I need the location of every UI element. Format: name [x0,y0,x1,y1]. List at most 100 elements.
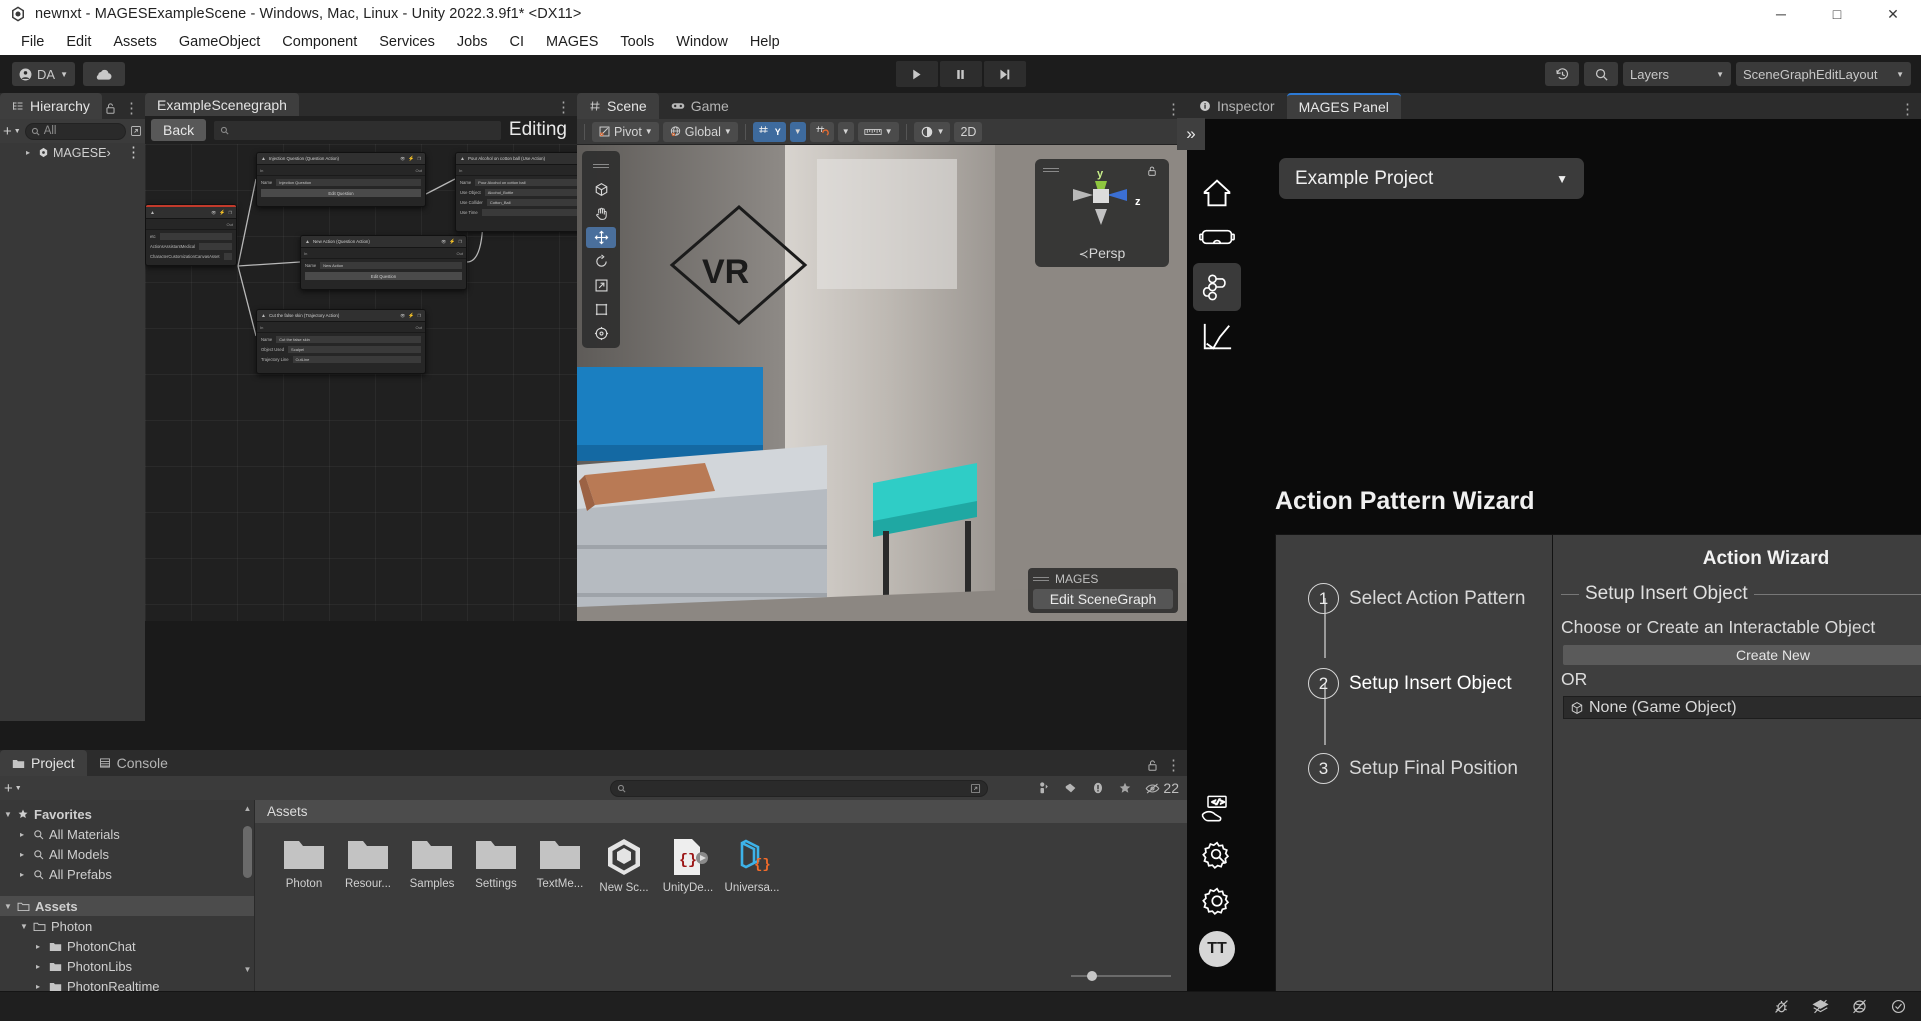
scenegraph-menu-button[interactable]: ⋮ [556,100,571,115]
node-ports[interactable]: InOut [257,165,425,176]
tt-avatar[interactable]: TT [1193,925,1241,973]
node-row-value[interactable] [223,253,232,260]
node-header[interactable]: ▲ Injection Question (Question Action) 👁 ⚡ ❐ [257,153,425,165]
menu-item-jobs[interactable]: Jobs [446,32,499,52]
account-button[interactable]: DA ▼ [12,62,75,86]
wizard-step-2[interactable]: 2 Setup Insert Object [1308,668,1512,699]
node-out-port[interactable]: Out [457,251,463,256]
node-ports[interactable]: In Out [301,248,466,259]
menu-item-window[interactable]: Window [665,32,739,52]
layout-dropdown[interactable]: SceneGraphEditLayout ▼ [1736,62,1911,86]
scenegraph-search-input[interactable] [214,120,501,140]
analytics-icon[interactable] [1193,313,1241,361]
bolt-icon[interactable]: ⚡ [408,313,414,319]
chevron-right-icon[interactable]: ▸ [20,830,28,839]
filter-type-icon[interactable] [1037,781,1051,795]
assets-zoom-slider[interactable] [1071,971,1171,981]
history-button[interactable] [1545,62,1579,86]
duplicate-icon[interactable]: ❐ [417,156,421,161]
tree-item-photonchat[interactable]: ▸ PhotonChat [0,936,254,956]
minimize-button[interactable]: ─ [1753,0,1809,28]
tree-item-favorites[interactable]: ▼ Favorites [0,804,254,824]
tab-scene[interactable]: Scene [577,93,659,119]
node-out-port[interactable]: Out [227,222,233,227]
scrollbar-thumb[interactable] [243,826,252,878]
hand-tool-button[interactable] [586,203,616,224]
snap-settings-button[interactable] [809,121,834,142]
node-ports[interactable]: InOut [257,322,425,333]
node-ports[interactable]: Out [146,219,236,230]
tree-item-all-materials[interactable]: ▸ All Materials [0,824,254,844]
ruler-dropdown[interactable]: ▼ [857,121,899,142]
search-expand-icon[interactable] [970,783,981,794]
scroll-down-arrow[interactable]: ▼ [243,965,252,974]
tab-example-scenegraph[interactable]: ExampleScenegraph [145,93,299,116]
wizard-step-1[interactable]: 1 Select Action Pattern [1308,583,1525,614]
asset-item[interactable]: {} Universa... [725,837,779,894]
scale-tool-button[interactable] [586,275,616,296]
home-icon[interactable] [1193,169,1241,217]
project-add-button[interactable]: + ▼ [4,780,22,797]
lighting-dropdown[interactable]: ▼ [913,121,951,142]
slider-knob[interactable] [1087,971,1097,981]
box-tool-button[interactable] [586,179,616,200]
asset-item[interactable]: {} UnityDe... [661,837,715,894]
asset-item[interactable]: Samples [405,837,459,894]
global-dropdown[interactable]: Global ▼ [662,121,738,142]
grid-axis-button[interactable]: Y [752,121,786,142]
tab-inspector[interactable]: Inspector [1187,93,1287,119]
tree-item-all-models[interactable]: ▸ All Models [0,844,254,864]
pause-button[interactable] [939,61,982,87]
vr-headset-icon[interactable] [1193,213,1241,261]
bolt-icon[interactable]: ⚡ [408,156,414,162]
node-row-value[interactable]: Pour Alcohol on cotton ball [475,179,577,186]
node-row-value[interactable]: New Action [320,262,462,269]
lock-icon[interactable] [105,102,116,115]
menu-item-tools[interactable]: Tools [609,32,665,52]
node-in-port[interactable]: In [304,251,307,256]
cloud-button[interactable] [82,62,125,86]
node-row-value[interactable]: Injection Question [276,179,421,186]
node-row-value[interactable]: CutLine [292,356,421,363]
hierarchy-item-menu[interactable]: ⋮ [126,145,141,160]
gear-search-icon[interactable] [1193,831,1241,879]
scenegraph-node[interactable]: ▲ Pour Alcohol on cotton ball (Use Action… [455,152,577,232]
collab-off-icon[interactable] [1851,998,1868,1015]
tools-drag-handle[interactable] [586,155,616,176]
layers-off-icon[interactable] [1812,998,1829,1015]
pivot-dropdown[interactable]: Pivot ▼ [592,121,659,142]
favorite-star-icon[interactable] [1118,781,1132,795]
eye-icon[interactable]: 👁 [441,239,446,244]
node-row-value[interactable]: Alcohol_Bottle [484,189,577,196]
overlay-drag-handle[interactable] [1033,576,1049,582]
node-in-port[interactable]: In [459,168,462,173]
search-button[interactable] [1584,62,1618,86]
node-out-port[interactable]: Out [416,168,422,173]
scene-view-canvas[interactable]: VR y z ≺Persp MAGES Edit SceneGraph [577,145,1187,621]
node-row-value[interactable]: Cotton_Ball [486,199,577,206]
chevron-down-icon[interactable]: ▼ [20,922,28,931]
asset-item[interactable]: TextMe... [533,837,587,894]
node-row-value[interactable] [481,209,577,216]
menu-item-services[interactable]: Services [368,32,446,52]
eye-icon[interactable]: 👁 [400,313,405,318]
hierarchy-expand-icon[interactable] [130,125,142,137]
transform-tool-button[interactable] [586,323,616,344]
chevron-right-icon[interactable]: ▸ [20,850,28,859]
menu-item-ci[interactable]: CI [499,32,536,52]
wizard-step-3[interactable]: 3 Setup Final Position [1308,753,1518,784]
project-tree[interactable]: ▼ Favorites ▸ All Materials ▸ All Models ▸ All … [0,800,255,994]
eye-icon[interactable]: 👁 [400,156,405,161]
duplicate-icon[interactable]: ❐ [417,313,421,318]
rotate-tool-button[interactable] [586,251,616,272]
node-header[interactable]: ▲ New Action (Question Action) 👁 ⚡ ❐ [301,236,466,248]
lock-icon[interactable] [1147,165,1157,177]
menu-item-gameobject[interactable]: GameObject [168,32,271,52]
scenegraph-node[interactable]: ▲ New Action (Question Action) 👁 ⚡ ❐ In Out Nam… [300,235,467,290]
tree-item-photon[interactable]: ▼ Photon [0,916,254,936]
scene-menu-button[interactable]: ⋮ [1166,102,1181,117]
node-ports[interactable]: InOut [456,165,577,176]
create-new-button[interactable]: Create New [1563,645,1921,665]
maximize-button[interactable]: □ [1809,0,1865,28]
node-action-button[interactable]: Edit Question [305,272,462,280]
